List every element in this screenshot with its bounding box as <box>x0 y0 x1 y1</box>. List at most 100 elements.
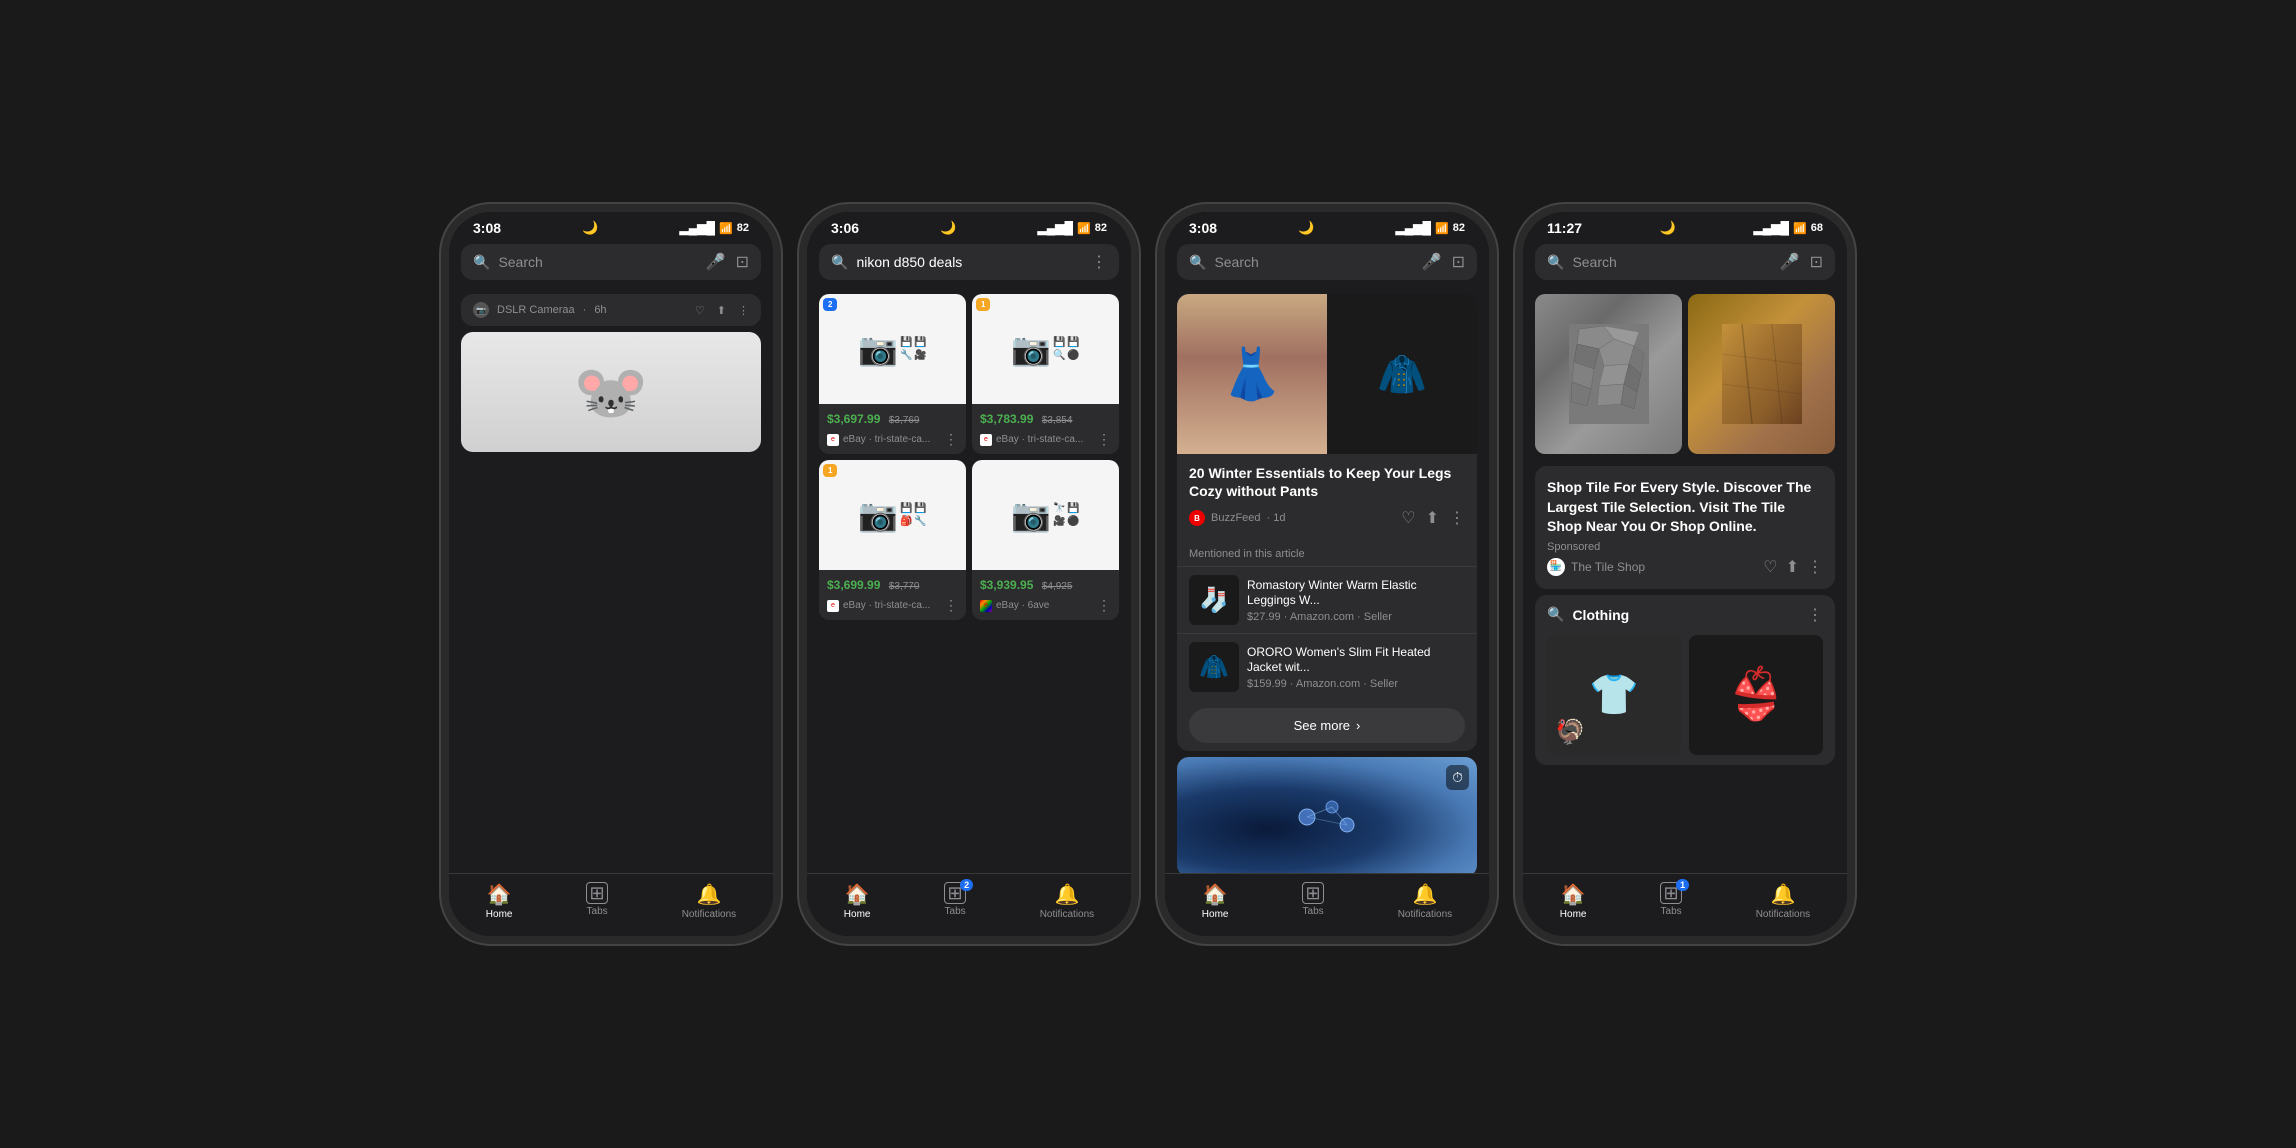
share-icon-4[interactable]: ⬆ <box>1786 557 1799 577</box>
shopping-item-1[interactable]: 2 📷 💾💾 🔧🎥 $3,697.99 $3,769 <box>819 294 966 454</box>
seller-more-4[interactable]: ⋮ <box>1097 597 1111 614</box>
signal-icon-3: ▂▄▆█ <box>1396 221 1431 235</box>
camera-article-card[interactable]: 📷 15 Best Nikon Camera for Professional … <box>461 294 761 326</box>
clothing-grid: 👕 🦃 👙 <box>1547 635 1823 755</box>
nikon-product-3: 📷 💾💾 🎒🔧 <box>819 460 966 570</box>
shopping-item-4[interactable]: 📷 🔭💾 🎥⚫ $3,939.95 $4,925 e eBay · <box>972 460 1119 620</box>
buzzfeed-logo: B <box>1189 510 1205 526</box>
phone-2-screen: 3:06 🌙 ▂▄▆█ 📶 82 🔍 nikon d850 deals ⋮ 2 <box>807 212 1131 936</box>
nav-tabs-3[interactable]: ⊞ Tabs <box>1302 882 1324 920</box>
search-icon-1: 🔍 <box>473 254 490 271</box>
wifi-icon-4: 📶 <box>1793 222 1807 235</box>
shopping-item-3[interactable]: 1 📷 💾💾 🎒🔧 $3,699.99 $3,770 <box>819 460 966 620</box>
product-row-2[interactable]: 🧥 ORORO Women's Slim Fit Heated Jacket w… <box>1177 633 1477 700</box>
content-area-2[interactable]: 2 📷 💾💾 🔧🎥 $3,697.99 $3,769 <box>807 288 1131 873</box>
camera-scan-icon-3[interactable]: ⊡ <box>1452 252 1465 272</box>
share-icon-3[interactable]: ⬆ <box>1426 508 1439 528</box>
clothing-item-1[interactable]: 👕 🦃 <box>1547 635 1681 755</box>
fashion-article-card[interactable]: 👗 🧥 20 Winter Essentials to Keep Your Le… <box>1177 294 1477 751</box>
heart-icon-3[interactable]: ♡ <box>1401 508 1415 528</box>
fashion-image-right: 🧥 <box>1327 294 1477 454</box>
search-bar-4[interactable]: 🔍 Search 🎤 ⊡ <box>1535 244 1835 280</box>
nav-tabs-label-4: Tabs <box>1661 906 1682 917</box>
product-row-1[interactable]: 🧦 Romastory Winter Warm Elastic Leggings… <box>1177 566 1477 633</box>
phone-1-screen: 3:08 🌙 ▂▄▆█ 📶 82 🔍 Search 🎤 ⊡ <box>449 212 773 936</box>
nav-tabs-2[interactable]: ⊞ 2 Tabs <box>944 882 966 920</box>
article-actions-3[interactable]: ♡ ⬆ ⋮ <box>1401 508 1465 528</box>
product-info-row-2: ORORO Women's Slim Fit Heated Jacket wit… <box>1247 645 1465 690</box>
seller-info-1: e eBay · tri-state-ca... ⋮ <box>827 431 958 448</box>
clothing-section-more[interactable]: ⋮ <box>1807 605 1823 625</box>
nav-notifications-2[interactable]: 🔔 Notifications <box>1040 882 1094 920</box>
nav-notifications-4[interactable]: 🔔 Notifications <box>1756 882 1810 920</box>
nav-home-label-1: Home <box>486 909 513 920</box>
video-card-3[interactable]: ⏱ <box>1177 757 1477 873</box>
tile-item-rocks[interactable]: Tigris Rocks Floor Tile - 13 × 20 in <box>1535 294 1682 454</box>
seller-more-2[interactable]: ⋮ <box>1097 431 1111 448</box>
chevron-right-icon: › <box>1356 718 1360 733</box>
share-icon-1[interactable]: ⬆ <box>717 304 726 317</box>
seller-more-3[interactable]: ⋮ <box>944 597 958 614</box>
article-actions-1[interactable]: ♡ ⬆ ⋮ <box>695 304 749 317</box>
seller-info-4: e eBay · 6ave ⋮ <box>980 597 1111 614</box>
tile-ad-actions[interactable]: ♡ ⬆ ⋮ <box>1763 557 1823 577</box>
product-image-3: 1 📷 💾💾 🎒🔧 <box>819 460 966 570</box>
nav-home-4[interactable]: 🏠 Home <box>1560 882 1587 920</box>
film-strip-card[interactable]: 🐭 <box>461 332 761 452</box>
search-more-icon-2[interactable]: ⋮ <box>1091 252 1107 272</box>
tile-item-jade[interactable]: Riyadh Jade Wa... <box>1688 294 1835 454</box>
tile-ad-source: 🏪 The Tile Shop ♡ ⬆ ⋮ <box>1547 557 1823 577</box>
product-info-3: $3,699.99 $3,770 e eBay · tri-state-ca..… <box>819 570 966 620</box>
search-action-icons-4[interactable]: 🎤 ⊡ <box>1780 252 1823 272</box>
search-action-icons-1[interactable]: 🎤 ⊡ <box>706 252 749 272</box>
content-area-4[interactable]: Tigris Rocks Floor Tile - 13 × 20 in <box>1523 288 1847 873</box>
phone-2: 3:06 🌙 ▂▄▆█ 📶 82 🔍 nikon d850 deals ⋮ 2 <box>799 204 1139 944</box>
shopping-item-2[interactable]: 1 📷 💾💾 🔍⚫ $3,783.99 $3,854 <box>972 294 1119 454</box>
moon-icon-1: 🌙 <box>582 220 598 236</box>
product-price-1: $27.99 · Amazon.com · Seller <box>1247 611 1465 623</box>
article-hero-3: 👗 🧥 <box>1177 294 1477 454</box>
sponsored-badge: Sponsored <box>1547 541 1823 553</box>
nav-home-3[interactable]: 🏠 Home <box>1202 882 1229 920</box>
tile-ad-card[interactable]: Shop Tile For Every Style. Discover The … <box>1535 466 1835 589</box>
see-more-button[interactable]: See more › <box>1189 708 1465 743</box>
camera-scan-icon-4[interactable]: ⊡ <box>1810 252 1823 272</box>
nav-tabs-4[interactable]: ⊞ 1 Tabs <box>1660 882 1682 920</box>
mic-icon-3[interactable]: 🎤 <box>1422 252 1442 272</box>
nav-notifications-label-4: Notifications <box>1756 909 1810 920</box>
seller-info-2: e eBay · tri-state-ca... ⋮ <box>980 431 1111 448</box>
seller-more-1[interactable]: ⋮ <box>944 431 958 448</box>
search-bar-3[interactable]: 🔍 Search 🎤 ⊡ <box>1177 244 1477 280</box>
clothing-item-2[interactable]: 👙 <box>1689 635 1823 755</box>
article-time-1: 6h <box>594 304 606 316</box>
mic-icon-4[interactable]: 🎤 <box>1780 252 1800 272</box>
content-area-3[interactable]: 👗 🧥 20 Winter Essentials to Keep Your Le… <box>1165 288 1489 873</box>
search-bar-2[interactable]: 🔍 nikon d850 deals ⋮ <box>819 244 1119 280</box>
nav-home-1[interactable]: 🏠 Home <box>486 882 513 920</box>
more-icon-1[interactable]: ⋮ <box>738 304 749 317</box>
nikon-product-2: 📷 💾💾 🔍⚫ <box>972 294 1119 404</box>
product-image-4: 📷 🔭💾 🎥⚫ <box>972 460 1119 570</box>
nav-home-2[interactable]: 🏠 Home <box>844 882 871 920</box>
nav-home-label-2: Home <box>844 909 871 920</box>
product-thumb-1: 🧦 <box>1189 575 1239 625</box>
nav-notifications-3[interactable]: 🔔 Notifications <box>1398 882 1452 920</box>
more-icon-3[interactable]: ⋮ <box>1449 508 1465 528</box>
mic-icon-1[interactable]: 🎤 <box>706 252 726 272</box>
heart-icon-4[interactable]: ♡ <box>1763 557 1777 577</box>
moon-icon-2: 🌙 <box>940 220 956 236</box>
search-action-icons-3[interactable]: 🎤 ⊡ <box>1422 252 1465 272</box>
search-placeholder-1: Search <box>498 254 697 270</box>
wifi-icon-1: 📶 <box>719 222 733 235</box>
product-badge-3: 1 <box>823 464 837 477</box>
search-bar-1[interactable]: 🔍 Search 🎤 ⊡ <box>461 244 761 280</box>
clothing-section[interactable]: 🔍 Clothing ⋮ 👕 🦃 👙 <box>1535 595 1835 765</box>
price-old-3: $3,770 <box>889 581 920 592</box>
heart-icon-1[interactable]: ♡ <box>695 304 705 317</box>
more-icon-4[interactable]: ⋮ <box>1807 557 1823 577</box>
camera-scan-icon-1[interactable]: ⊡ <box>736 252 749 272</box>
nav-tabs-1[interactable]: ⊞ Tabs <box>586 882 608 920</box>
nav-notifications-1[interactable]: 🔔 Notifications <box>682 882 736 920</box>
content-area-1[interactable]: 📷 15 Best Nikon Camera for Professional … <box>449 288 773 873</box>
product-info-row-1: Romastory Winter Warm Elastic Leggings W… <box>1247 578 1465 623</box>
